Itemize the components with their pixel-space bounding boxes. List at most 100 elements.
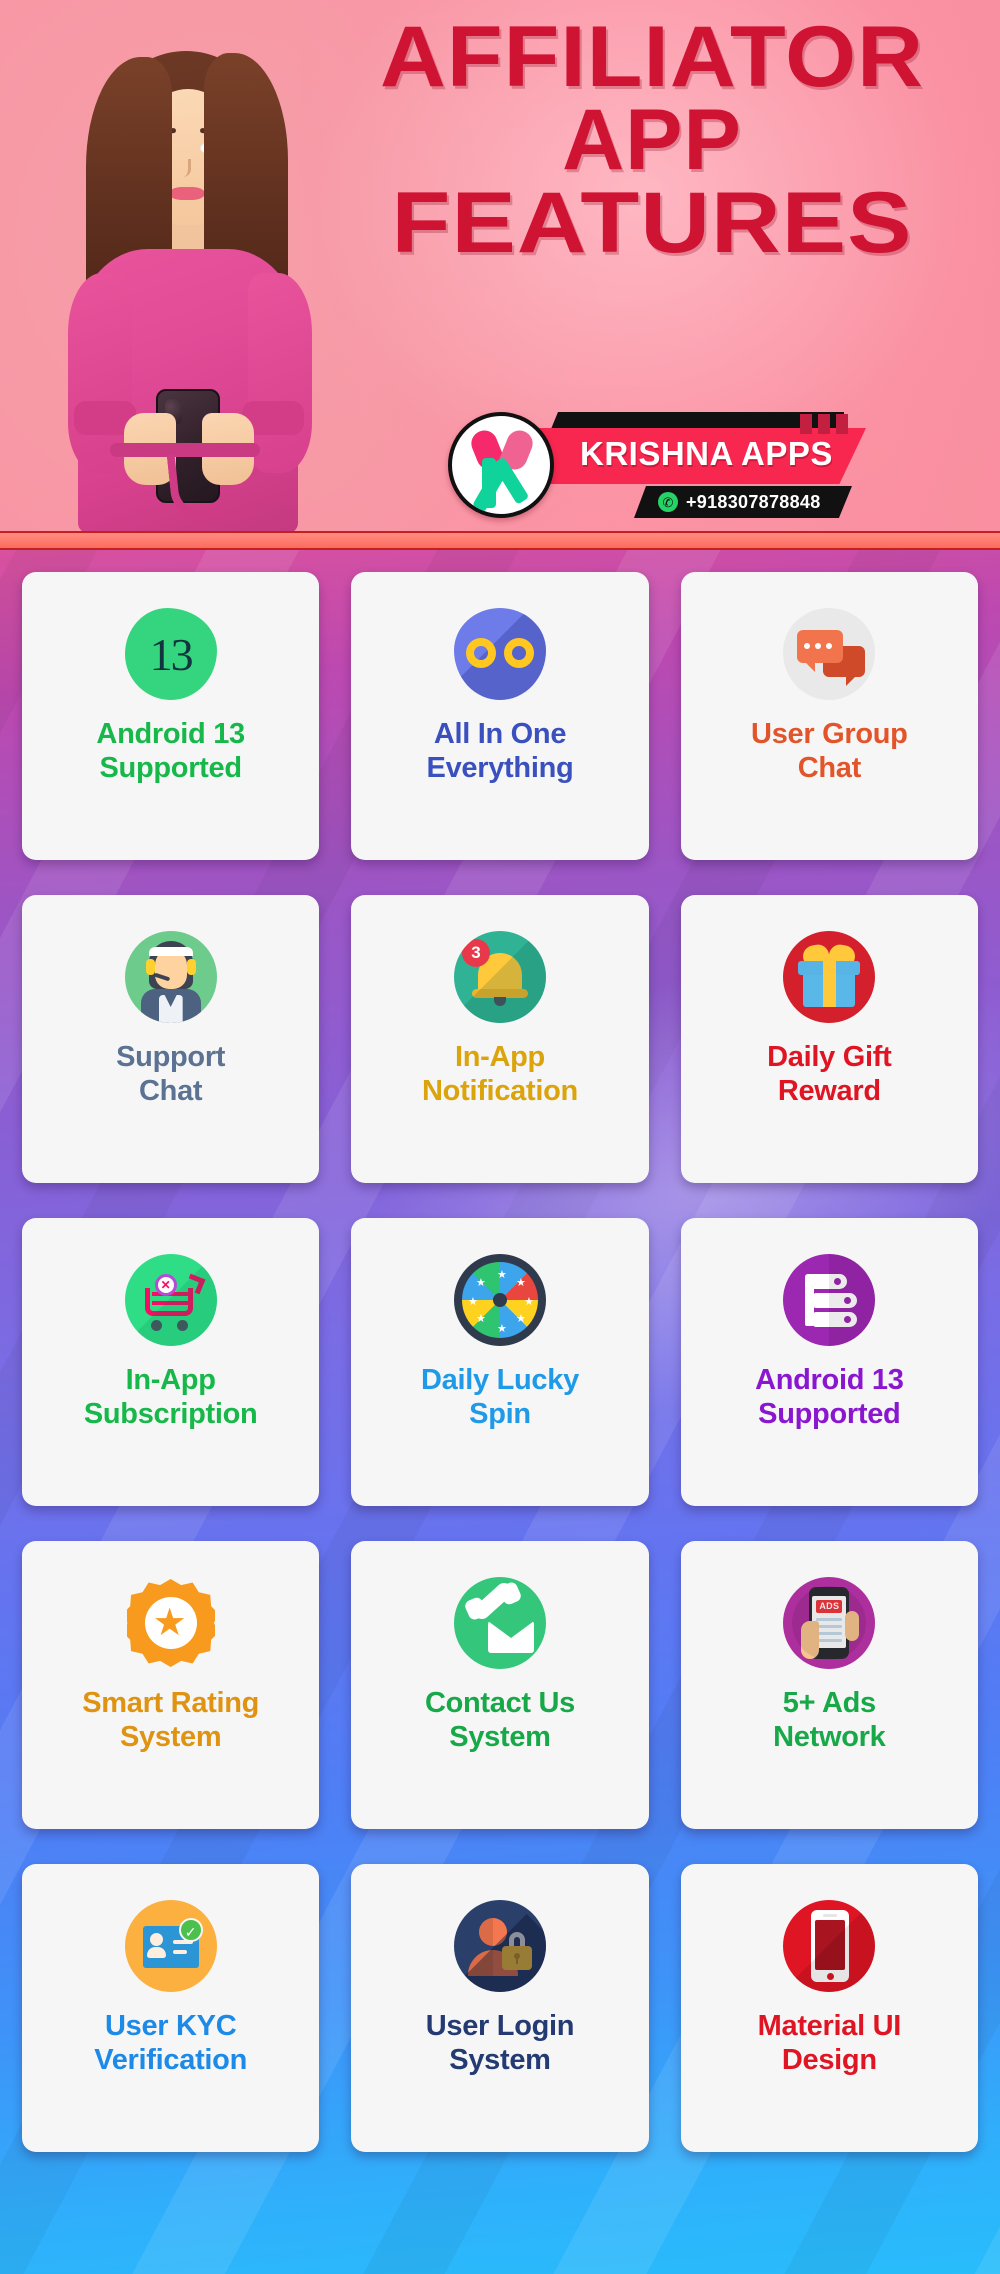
- label-line-1: Support: [116, 1041, 226, 1073]
- label-line-2: Chat: [139, 1074, 203, 1107]
- android-13-badge-icon: 13: [124, 608, 217, 700]
- page-title: AFFILIATOR APP FEATURES: [332, 14, 972, 266]
- logo-mark-k-icon: [448, 412, 554, 518]
- feature-card[interactable]: ADS 5+ Ads Network: [680, 1541, 978, 1829]
- feature-card-label: User KYC Verification: [34, 2010, 308, 2078]
- logo-red-bar: KRISHNA APPS: [534, 428, 866, 484]
- feature-card[interactable]: User Group Chat: [680, 572, 978, 860]
- label-line-2: System: [449, 1720, 551, 1753]
- feature-card-label: Support Chat: [34, 1041, 308, 1109]
- label-line-2: System: [449, 2043, 551, 2076]
- server-list-icon: [783, 1254, 876, 1346]
- feature-card[interactable]: Contact Us System: [351, 1541, 649, 1829]
- feature-card-label: User Group Chat: [693, 718, 967, 786]
- feature-card[interactable]: 3 In-App Notification: [351, 895, 649, 1183]
- feature-card-label: In-App Notification: [363, 1041, 637, 1109]
- feature-card-grid: 13 Android 13 Supported All In One Every…: [0, 550, 1000, 2152]
- phone-envelope-icon: [453, 1577, 546, 1669]
- feature-card[interactable]: ★ Smart Rating System: [22, 1541, 320, 1829]
- feature-card-label: Daily Lucky Spin: [363, 1364, 637, 1432]
- feature-card[interactable]: Android 13 Supported: [680, 1218, 978, 1506]
- label-line-1: Android 13: [755, 1364, 904, 1396]
- label-line-2: Design: [781, 2043, 877, 2076]
- feature-card[interactable]: Material UI Design: [680, 1864, 978, 2152]
- lips: [169, 187, 205, 200]
- label-line-2: System: [119, 1720, 222, 1753]
- feature-card-label: 5+ Ads Network: [693, 1687, 967, 1755]
- notification-badge: 3: [461, 939, 490, 967]
- label-line-2: Subscription: [83, 1397, 258, 1430]
- support-agent-icon: [124, 931, 217, 1023]
- hero-header: AFFILIATOR APP FEATURES KRISHNA APPS ✆ +…: [0, 0, 1000, 531]
- feature-card[interactable]: ✓ User KYC Verification: [22, 1864, 320, 2152]
- label-line-2: Spin: [469, 1397, 531, 1430]
- logo-dash-1: [800, 414, 812, 434]
- label-line-1: User Group: [751, 718, 908, 750]
- brand-name: KRISHNA APPS: [580, 435, 833, 472]
- feature-card[interactable]: User Login System: [351, 1864, 649, 2152]
- infinity-icon: [453, 608, 546, 700]
- brand-logo: KRISHNA APPS ✆ +918307878848: [448, 404, 878, 526]
- feature-card[interactable]: ✕ In-App Subscription: [22, 1218, 320, 1506]
- title-line-2: APP: [562, 92, 742, 189]
- label-line-2: Reward: [777, 1074, 881, 1107]
- logo-dash-2: [818, 414, 830, 434]
- verified-check-icon: ✓: [178, 1918, 203, 1942]
- label-line-1: 5+ Ads: [782, 1687, 876, 1719]
- label-line-1: Daily Gift: [767, 1041, 892, 1073]
- feature-card[interactable]: 13 Android 13 Supported: [22, 572, 320, 860]
- infographic-page: AFFILIATOR APP FEATURES KRISHNA APPS ✆ +…: [0, 0, 1000, 2274]
- feature-card-label: Contact Us System: [363, 1687, 637, 1755]
- features-section: 13 Android 13 Supported All In One Every…: [0, 550, 1000, 2274]
- spin-wheel-icon: ★ ★ ★ ★ ★ ★ ★ ★: [453, 1254, 546, 1346]
- gift-box-icon: [783, 931, 876, 1023]
- feature-card-label: User Login System: [363, 2010, 637, 2078]
- arm-right: [248, 273, 312, 473]
- ads-phone-icon: ADS: [783, 1577, 876, 1669]
- contact-bar: ✆ +918307878848: [634, 486, 852, 518]
- shopping-cart-icon: ✕: [124, 1254, 217, 1346]
- label-line-2: Chat: [797, 751, 862, 784]
- label-line-2: Notification: [422, 1074, 578, 1107]
- group-chat-bubbles-icon: [783, 608, 876, 700]
- feature-card[interactable]: ★ ★ ★ ★ ★ ★ ★ ★ Daily Lucky Spin: [351, 1218, 649, 1506]
- whatsapp-icon: ✆: [658, 492, 678, 512]
- feature-card-label: In-App Subscription: [34, 1364, 308, 1432]
- user-lock-icon: [453, 1900, 546, 1992]
- feature-card[interactable]: Daily Gift Reward: [680, 895, 978, 1183]
- label-line-1: Smart Rating: [82, 1687, 260, 1719]
- label-line-1: In-App: [125, 1364, 216, 1396]
- title-line-3: FEATURES: [391, 175, 913, 272]
- label-line-1: Android 13: [96, 718, 245, 750]
- label-line-2: Verification: [94, 2043, 248, 2076]
- feature-card[interactable]: All In One Everything: [351, 572, 649, 860]
- logo-dash-3: [836, 414, 848, 434]
- feature-card-label: Android 13 Supported: [693, 1364, 967, 1432]
- feature-card-label: Daily Gift Reward: [693, 1041, 967, 1109]
- section-divider: [0, 531, 1000, 550]
- title-line-1: AFFILIATOR: [379, 9, 924, 105]
- label-line-2: Everything: [426, 751, 574, 784]
- id-card-verified-icon: ✓: [124, 1900, 217, 1992]
- feature-card-label: All In One Everything: [363, 718, 637, 786]
- mobile-phone-icon: [783, 1900, 876, 1992]
- ads-screen-tag: ADS: [816, 1600, 843, 1613]
- phone-number: +918307878848: [686, 491, 821, 512]
- feature-card-label: Material UI Design: [693, 2010, 967, 2078]
- label-line-1: In-App: [454, 1041, 545, 1073]
- woman-with-phone-illustration: [52, 11, 352, 531]
- label-line-1: User KYC: [104, 2010, 237, 2042]
- label-line-1: Contact Us: [424, 1687, 576, 1719]
- label-line-1: Daily Lucky: [421, 1364, 579, 1396]
- bell-notification-icon: 3: [453, 931, 546, 1023]
- label-line-2: Supported: [99, 751, 243, 784]
- label-line-1: Material UI: [757, 2010, 902, 2042]
- label-line-1: User Login: [425, 2010, 575, 2042]
- feature-card-label: Android 13 Supported: [34, 718, 308, 786]
- feature-card-label: Smart Rating System: [34, 1687, 308, 1755]
- feature-card[interactable]: Support Chat: [22, 895, 320, 1183]
- label-line-1: All In One: [433, 718, 567, 750]
- star-badge-icon: ★: [125, 1577, 217, 1669]
- label-line-2: Network: [773, 1720, 886, 1753]
- label-line-2: Supported: [758, 1397, 901, 1430]
